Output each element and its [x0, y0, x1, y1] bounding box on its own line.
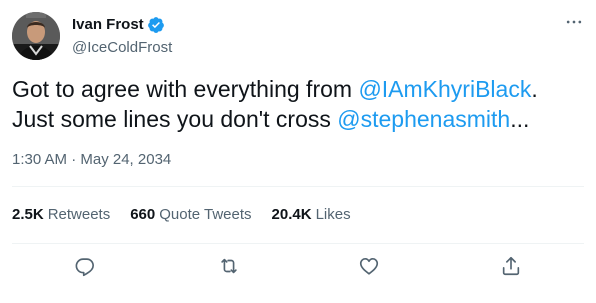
- reply-icon: [75, 258, 94, 277]
- likes-count: 20.4K: [271, 206, 312, 223]
- likes-label: Likes: [315, 206, 351, 223]
- retweet-icon: [221, 258, 237, 274]
- more-options-icon: [566, 20, 582, 24]
- tweet-line-1: Got to agree with everything from @IAmKh…: [12, 74, 582, 104]
- heart-icon: [359, 258, 379, 275]
- tweet-text-segment: ...: [510, 106, 530, 132]
- divider: [12, 243, 584, 244]
- reply-button[interactable]: [72, 253, 98, 279]
- tweet-text-segment: Got to agree with everything from: [12, 76, 359, 102]
- user-handle[interactable]: @IceColdFrost: [72, 38, 172, 58]
- tweet-card: Ivan Frost @IceColdFrost Got to agree wi…: [0, 0, 596, 303]
- retweets-stat[interactable]: 2.5K Retweets: [12, 205, 110, 225]
- share-icon: [502, 256, 520, 276]
- engagement-stats: 2.5K Retweets 660 Quote Tweets 20.4K Likes: [12, 205, 371, 225]
- retweet-button[interactable]: [216, 253, 242, 279]
- mention-link[interactable]: @IAmKhyriBlack: [358, 76, 531, 102]
- retweets-count: 2.5K: [12, 206, 44, 223]
- tweet-text-segment: Just some lines you don't cross: [12, 106, 338, 132]
- divider: [12, 186, 584, 187]
- avatar[interactable]: [12, 12, 60, 60]
- more-options-button[interactable]: [562, 12, 586, 32]
- verified-badge-icon: [147, 16, 165, 34]
- action-bar: [0, 253, 596, 283]
- display-name[interactable]: Ivan Frost: [72, 15, 144, 35]
- author-name-row[interactable]: Ivan Frost: [72, 15, 165, 35]
- retweets-label: Retweets: [47, 206, 111, 223]
- share-button[interactable]: [498, 253, 524, 279]
- likes-stat[interactable]: 20.4K Likes: [272, 205, 351, 225]
- quotes-count: 660: [130, 206, 156, 223]
- like-button[interactable]: [356, 253, 382, 279]
- tweet-line-2: Just some lines you don't cross @stephen…: [12, 104, 582, 134]
- mention-link[interactable]: @stephenasmith: [337, 106, 510, 132]
- tweet-text: Got to agree with everything from @IAmKh…: [12, 74, 582, 134]
- tweet-timestamp[interactable]: 1:30 AM · May 24, 2034: [12, 150, 171, 170]
- quotes-label: Quote Tweets: [159, 206, 252, 223]
- quotes-stat[interactable]: 660 Quote Tweets: [130, 205, 251, 225]
- tweet-text-segment: .: [531, 76, 538, 102]
